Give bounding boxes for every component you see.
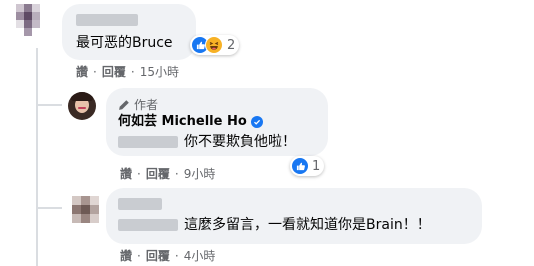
separator: ·	[130, 65, 135, 79]
reaction-count: 2	[227, 37, 236, 53]
author-name[interactable]: 何如芸 Michelle Ho	[118, 114, 263, 130]
separator: ·	[93, 65, 97, 79]
separator: ·	[174, 249, 179, 263]
comment-actions: 讚 · 回覆 · 15小時	[76, 64, 179, 80]
avatar[interactable]	[68, 192, 104, 228]
comment-actions: 讚 · 回覆 · 9小時	[120, 166, 215, 182]
comment-bubble: 最可恶的Bruce	[62, 4, 196, 60]
author-reply-bubble: 作者 何如芸 Michelle Ho 你不要欺負他啦！	[106, 88, 328, 156]
blurred-commenter-name	[76, 14, 138, 26]
author-avatar[interactable]	[68, 92, 96, 120]
timestamp-link[interactable]: 15小時	[140, 64, 179, 80]
comment-bubble: 這麼多留言，一看就知道你是Brain！！	[106, 188, 482, 244]
like-reaction-icon	[292, 158, 308, 174]
comment-text: 最可恶的Bruce	[76, 35, 173, 51]
like-link[interactable]: 讚	[120, 166, 132, 182]
blurred-commenter-name	[118, 198, 162, 210]
reaction-count: 1	[312, 158, 321, 174]
reply-link[interactable]: 回覆	[146, 166, 170, 182]
mentioned-name-blurred	[118, 219, 178, 231]
author-badge-label: 作者	[134, 98, 159, 112]
like-link[interactable]: 讚	[120, 248, 132, 264]
reply-link[interactable]: 回覆	[102, 64, 126, 80]
reaction-summary[interactable]: 1	[290, 156, 325, 176]
separator: ·	[137, 167, 141, 181]
like-link[interactable]: 讚	[76, 64, 88, 80]
reaction-summary[interactable]: 2	[190, 35, 240, 55]
separator: ·	[174, 167, 179, 181]
author-name-text: 何如芸 Michelle Ho	[118, 114, 247, 129]
thread-line-branch-2	[36, 207, 62, 209]
thread-line-branch-1	[36, 104, 62, 106]
author-badge: 作者	[118, 96, 158, 113]
separator: ·	[137, 249, 141, 263]
comment-text: 你不要欺負他啦！	[184, 134, 296, 150]
avatar[interactable]	[12, 2, 44, 42]
comment-text: 這麼多留言，一看就知道你是Brain！！	[184, 217, 431, 233]
timestamp-link[interactable]: 4小時	[184, 248, 216, 264]
thread-line-vertical	[36, 48, 38, 266]
haha-reaction-icon	[205, 36, 223, 54]
pen-icon	[119, 99, 129, 110]
mentioned-name-blurred	[118, 136, 178, 148]
timestamp-link[interactable]: 9小時	[184, 166, 216, 182]
reply-link[interactable]: 回覆	[146, 248, 170, 264]
comment-actions: 讚 · 回覆 · 4小時	[120, 248, 215, 264]
verified-badge-icon	[250, 116, 263, 128]
